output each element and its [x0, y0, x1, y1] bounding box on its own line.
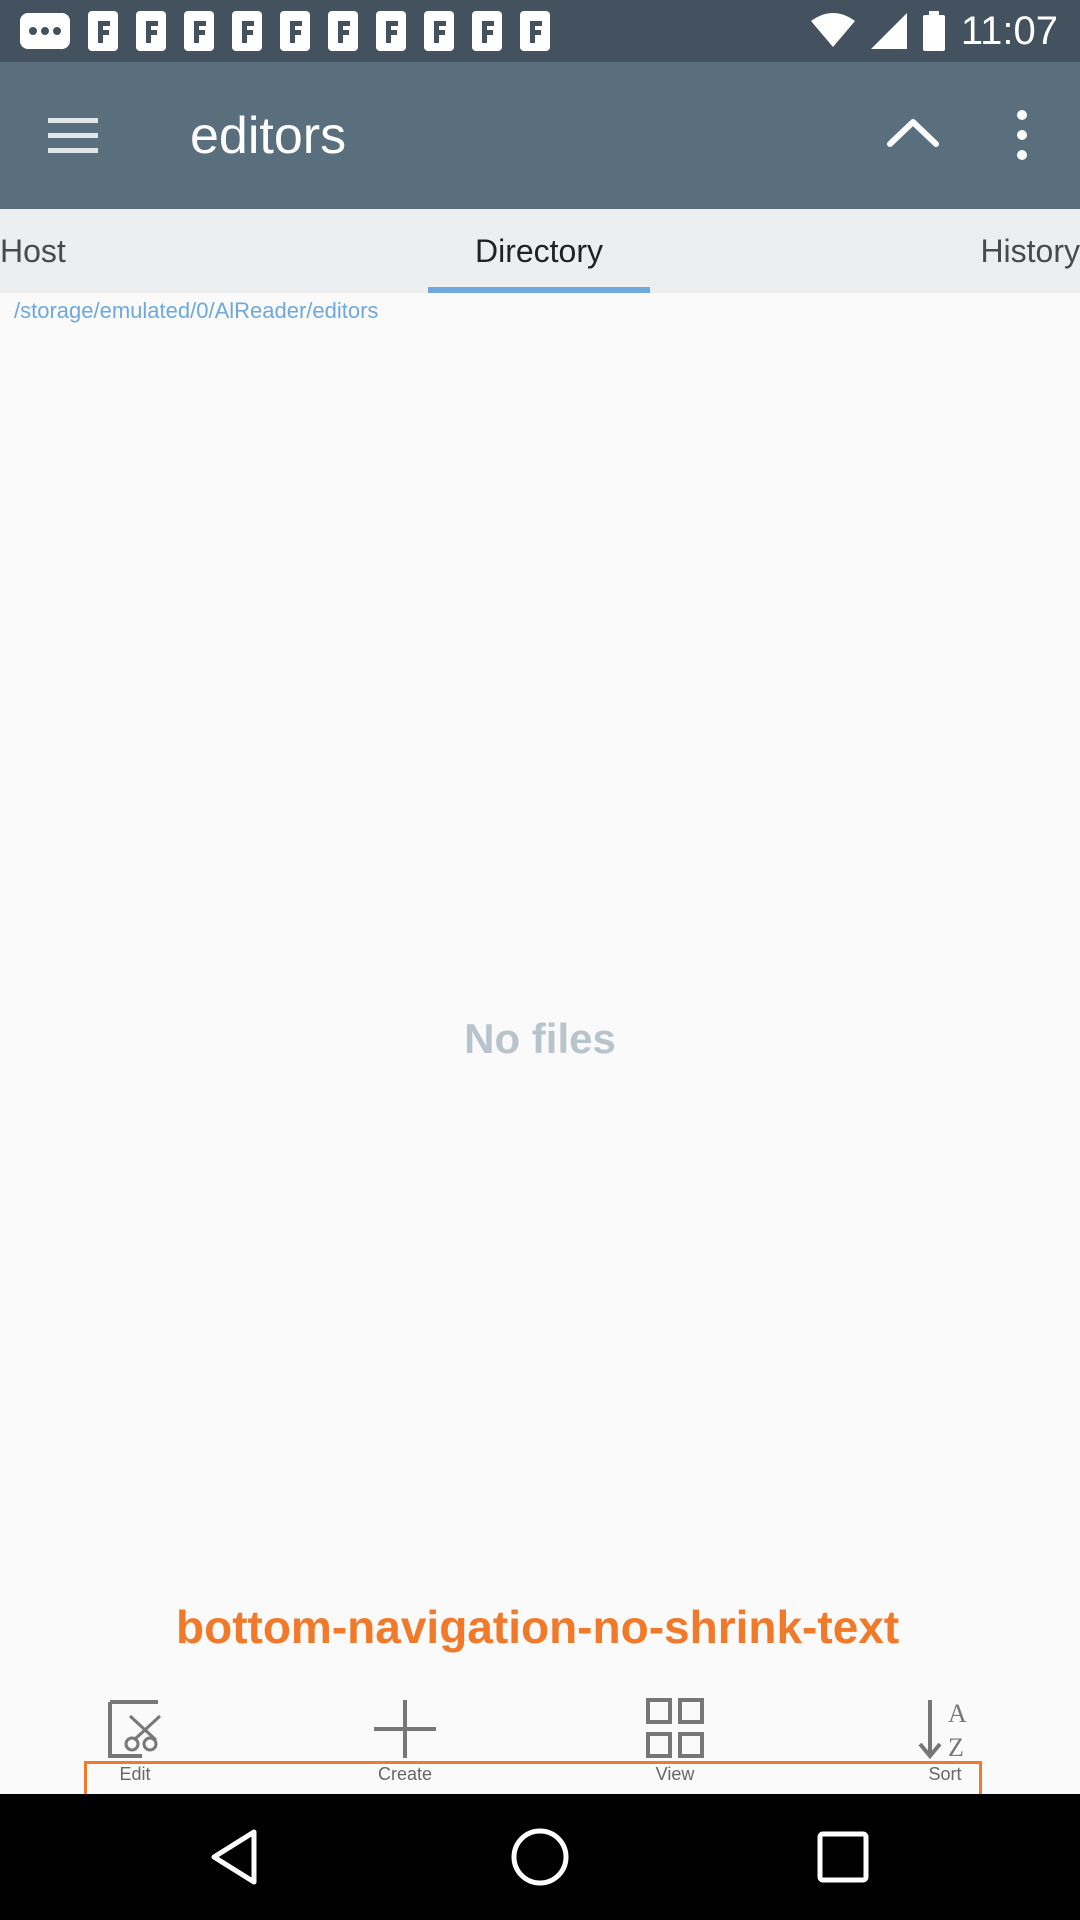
- tab-host[interactable]: Host: [0, 209, 66, 293]
- f-icon: [424, 11, 454, 51]
- clock: 11:07: [960, 8, 1058, 53]
- tab-directory[interactable]: Directory: [428, 209, 650, 293]
- empty-state-message: No files: [464, 1015, 616, 1062]
- f-icon: [376, 11, 406, 51]
- hamburger-menu-icon[interactable]: [40, 102, 106, 168]
- f-icon: [184, 11, 214, 51]
- f-icon: [280, 11, 310, 51]
- annotation-label: bottom-navigation-no-shrink-text: [176, 1601, 900, 1653]
- more-dots-icon: [20, 13, 70, 49]
- signal-icon: [870, 13, 907, 49]
- status-bar: 11:07: [0, 0, 1080, 62]
- plus-icon: [374, 1700, 436, 1758]
- battery-icon: [922, 11, 945, 51]
- chevron-up-icon[interactable]: [880, 100, 946, 166]
- f-icon: [88, 11, 118, 51]
- tab-indicator: [428, 287, 650, 293]
- f-icon: [472, 11, 502, 51]
- svg-text:A: A: [948, 1699, 967, 1728]
- tab-bar: Host Directory History: [0, 209, 1080, 293]
- cut-edit-icon: [108, 1700, 162, 1758]
- status-right: 11:07: [810, 6, 1058, 56]
- grid-view-icon: [646, 1698, 704, 1758]
- app-toolbar: editors: [0, 62, 1080, 209]
- f-icon: [232, 11, 262, 51]
- notification-icons: [20, 10, 550, 52]
- f-icon: [328, 11, 358, 51]
- tab-history[interactable]: History: [980, 209, 1080, 293]
- f-icon: [136, 11, 166, 51]
- f-icon: [520, 11, 550, 51]
- more-vert-icon[interactable]: [1000, 102, 1044, 168]
- current-path[interactable]: /storage/emulated/0/AlReader/editors: [14, 298, 378, 324]
- recent-apps-icon[interactable]: [808, 1822, 878, 1892]
- wifi-icon: [810, 13, 855, 47]
- home-icon[interactable]: [505, 1822, 575, 1892]
- sort-az-icon: A Z: [918, 1699, 967, 1760]
- system-navigation-bar: [0, 1794, 1080, 1920]
- back-icon[interactable]: [200, 1822, 270, 1892]
- page-title: editors: [190, 107, 347, 165]
- svg-text:Z: Z: [948, 1733, 964, 1760]
